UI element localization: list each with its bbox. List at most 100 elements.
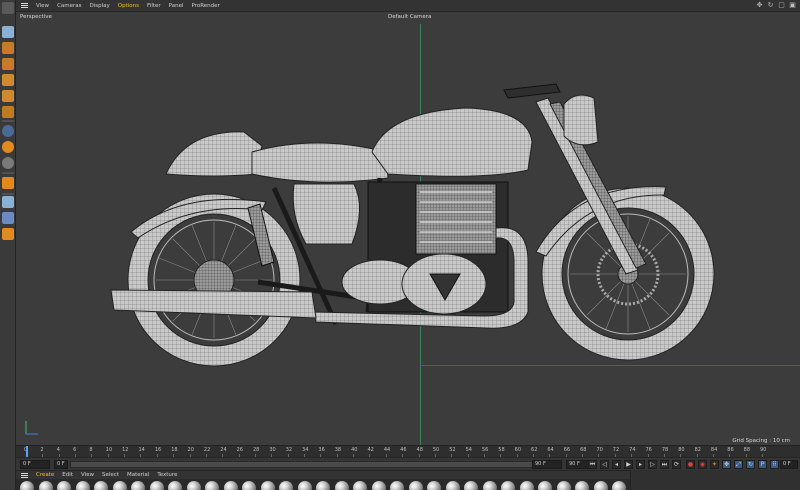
rotation-key-icon[interactable]: ↻ xyxy=(746,460,755,469)
parameter-key-icon[interactable]: P xyxy=(758,460,767,469)
frame-icon[interactable]: ▢ xyxy=(778,2,785,9)
fuel-tank[interactable] xyxy=(371,107,533,177)
material-menu-texture[interactable]: Texture xyxy=(153,472,181,478)
motorcycle-wireframe-model[interactable] xyxy=(16,12,800,445)
material-swatch[interactable] xyxy=(408,481,423,490)
workplane-lock-icon[interactable] xyxy=(2,196,14,208)
material-swatch[interactable] xyxy=(445,481,460,490)
quantize-icon[interactable] xyxy=(2,228,14,240)
seat-cowl[interactable] xyxy=(165,131,263,177)
preview-range-slider[interactable] xyxy=(70,461,540,468)
go-to-end-icon[interactable]: ⏭ xyxy=(660,460,669,469)
material-swatch[interactable] xyxy=(131,481,145,490)
material-swatch[interactable] xyxy=(242,481,256,490)
position-key-icon[interactable]: ✥ xyxy=(722,460,731,469)
cube-mode-icon[interactable] xyxy=(2,26,14,38)
material-swatch[interactable] xyxy=(575,481,589,490)
enable-axis-icon[interactable] xyxy=(2,125,14,137)
handlebar[interactable] xyxy=(503,83,561,99)
point-level-key-icon[interactable]: ⠿ xyxy=(770,460,779,469)
arrows-move-icon[interactable]: ✥ xyxy=(756,2,763,9)
material-swatch[interactable] xyxy=(112,481,127,490)
material-swatch[interactable] xyxy=(94,481,108,490)
material-swatch[interactable] xyxy=(501,481,515,490)
material-swatch[interactable] xyxy=(390,481,404,490)
workplane-icon[interactable] xyxy=(2,58,14,70)
polygons-mode-icon[interactable] xyxy=(2,106,14,118)
loop-icon[interactable]: ⟳ xyxy=(672,460,681,469)
play-forward-icon[interactable]: ▶ xyxy=(624,460,633,469)
planar-workplane-icon[interactable] xyxy=(2,212,14,224)
previous-key-icon[interactable]: ◁ xyxy=(600,460,609,469)
fps-field[interactable]: 0 F xyxy=(780,460,798,469)
timeline-tick-label: 46 xyxy=(400,447,407,453)
material-swatch[interactable] xyxy=(205,481,219,490)
material-swatch[interactable] xyxy=(316,481,330,490)
seat[interactable] xyxy=(251,142,389,183)
material-swatch[interactable] xyxy=(427,481,441,490)
texture-mode-icon[interactable] xyxy=(2,42,14,54)
material-swatch[interactable] xyxy=(57,481,71,490)
autokeying-icon[interactable]: ◉ xyxy=(698,460,707,469)
material-swatch[interactable] xyxy=(75,481,90,490)
material-swatch[interactable] xyxy=(371,481,386,490)
material-swatch[interactable] xyxy=(38,481,53,490)
undo-view-icon[interactable] xyxy=(2,2,14,14)
material-swatch[interactable] xyxy=(482,481,497,490)
material-swatch[interactable] xyxy=(612,481,626,490)
timeline-tick-label: 74 xyxy=(629,447,636,453)
next-key-icon[interactable]: ▷ xyxy=(648,460,657,469)
material-swatch[interactable] xyxy=(593,481,608,490)
material-swatch[interactable] xyxy=(279,481,293,490)
current-frame-field[interactable]: 0 F xyxy=(20,460,50,469)
material-swatch[interactable] xyxy=(260,481,275,490)
split-view-icon[interactable]: ▣ xyxy=(789,2,796,9)
material-swatch[interactable] xyxy=(556,481,571,490)
side-panel[interactable] xyxy=(292,183,360,245)
next-frame-icon[interactable]: ▸ xyxy=(636,460,645,469)
material-swatch[interactable] xyxy=(538,481,552,490)
material-swatch[interactable] xyxy=(186,481,201,490)
timeline-tick-label: 88 xyxy=(743,447,751,453)
menu-filter[interactable]: Filter xyxy=(143,0,165,12)
timeline-tick-label: 78 xyxy=(661,447,669,453)
material-swatch[interactable] xyxy=(464,481,478,490)
material-menu-view[interactable]: View xyxy=(77,472,98,478)
snap-icon[interactable] xyxy=(2,141,14,153)
refresh-icon[interactable]: ↻ xyxy=(767,2,774,9)
tweak-mode-icon[interactable] xyxy=(2,157,14,169)
material-swatch[interactable] xyxy=(223,481,238,490)
material-swatch[interactable] xyxy=(149,481,164,490)
headlight[interactable] xyxy=(563,94,599,146)
solo-icon[interactable] xyxy=(2,177,14,189)
edges-mode-icon[interactable] xyxy=(2,90,14,102)
record-active-objects-icon[interactable]: ● xyxy=(686,460,695,469)
start-frame-field[interactable]: 0 F xyxy=(54,460,68,469)
go-to-start-icon[interactable]: ⏮ xyxy=(588,460,597,469)
material-menu-select[interactable]: Select xyxy=(98,472,123,478)
end-frame-field[interactable]: 90 F xyxy=(532,460,562,469)
scale-key-icon[interactable]: ⤢ xyxy=(734,460,743,469)
hamburger-menu-icon[interactable] xyxy=(16,0,32,12)
material-swatch[interactable] xyxy=(353,481,367,490)
menu-options[interactable]: Options xyxy=(114,0,143,12)
menu-view[interactable]: View xyxy=(32,0,53,12)
material-swatch[interactable] xyxy=(334,481,349,490)
3d-viewport[interactable]: Perspective Default Camera Grid Spacing … xyxy=(16,12,800,445)
material-swatch[interactable] xyxy=(297,481,312,490)
points-mode-icon[interactable] xyxy=(2,74,14,86)
material-swatch[interactable] xyxy=(20,481,34,490)
keyframe-selection-icon[interactable]: ✦ xyxy=(710,460,719,469)
timeline-ruler[interactable]: 0246810121416182022242628303234363840424… xyxy=(16,445,800,458)
menu-cameras[interactable]: Cameras xyxy=(53,0,85,12)
material-swatch[interactable] xyxy=(168,481,182,490)
menu-panel[interactable]: Panel xyxy=(165,0,188,12)
previous-frame-icon[interactable]: ◂ xyxy=(612,460,621,469)
material-swatch[interactable] xyxy=(519,481,534,490)
engine[interactable] xyxy=(341,181,509,315)
material-menu-material[interactable]: Material xyxy=(123,472,153,478)
menu-prorender[interactable]: ProRender xyxy=(188,0,224,12)
material-menu-edit[interactable]: Edit xyxy=(58,472,77,478)
menu-display[interactable]: Display xyxy=(86,0,114,12)
material-menu-create[interactable]: Create xyxy=(32,472,58,478)
